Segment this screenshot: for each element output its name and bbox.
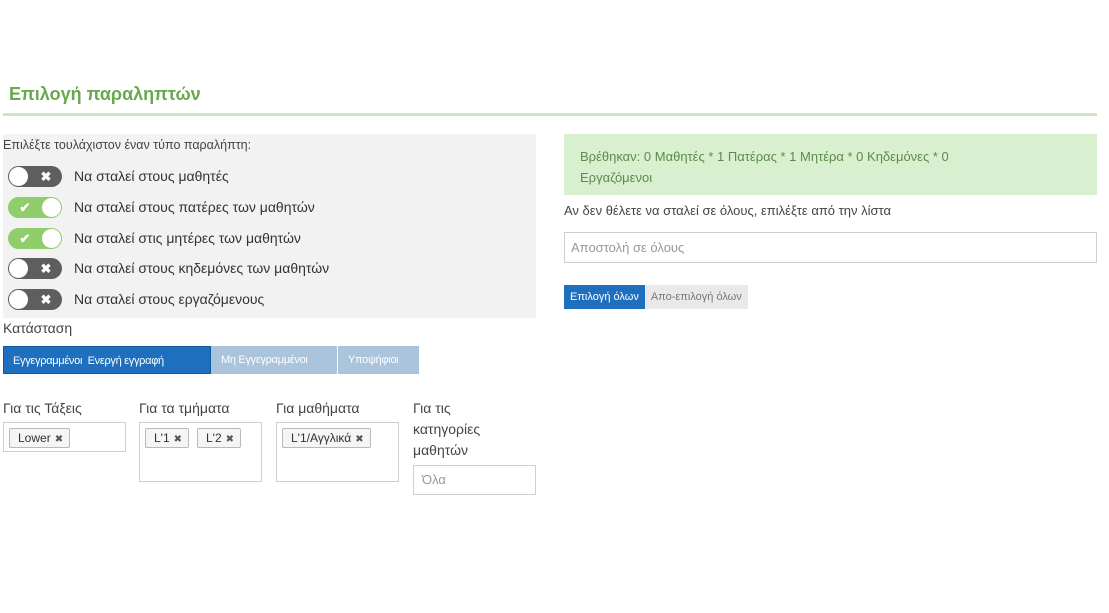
toggle-knob: [9, 166, 28, 186]
courses-filter-label: Για μαθήματα: [276, 400, 360, 416]
cross-icon: ✖: [40, 260, 52, 276]
check-icon: ✔: [19, 230, 31, 246]
tag-lower: Lower ✖: [9, 428, 71, 448]
found-counts-line: Εργαζόμενοι: [580, 170, 653, 185]
employees-toggle[interactable]: ✖: [8, 288, 62, 310]
tag-label: L'1/Αγγλικά: [291, 431, 352, 445]
guardians-toggle[interactable]: ✖: [8, 257, 62, 279]
mothers-toggle[interactable]: ✔: [8, 227, 62, 249]
recipient-types-hint: Επιλέξτε τουλάχιστον έναν τύπο παραλήπτη…: [3, 138, 252, 152]
categories-label-line: μαθητών: [413, 442, 468, 458]
recipient-list-hint: Αν δεν θέλετε να σταλεί σε όλους, επιλέξ…: [564, 203, 892, 218]
status-registered-button[interactable]: Εγγεγραμμένοι Ενεργή εγγραφή: [3, 346, 211, 374]
close-icon[interactable]: ✖: [226, 434, 234, 445]
classes-filter-field[interactable]: Lower ✖: [3, 422, 126, 452]
recipient-types-panel: Επιλέξτε τουλάχιστον έναν τύπο παραλήπτη…: [3, 134, 536, 318]
status-unregistered-button[interactable]: Μη Εγγεγραμμένοι: [211, 346, 338, 374]
categories-label-line: Για τις: [413, 400, 451, 416]
categories-label-line: κατηγορίες: [413, 421, 481, 437]
toggle-knob: [42, 197, 61, 217]
toggle-row-mothers: ✔ Να σταλεί στις μητέρες των μαθητών: [8, 227, 301, 249]
toggle-row-employees: ✖ Να σταλεί στους εργαζόμενους: [8, 288, 264, 310]
page-title: Επιλογή παραληπτών: [9, 84, 201, 104]
tag-l1-english: L'1/Αγγλικά ✖: [282, 428, 371, 448]
selection-button-group: Επιλογή όλων Απο-επιλογή όλων: [564, 285, 748, 309]
toggle-label-students: Να σταλεί στους μαθητές: [74, 168, 229, 184]
sections-filter-field[interactable]: L'1 ✖ L'2 ✖: [139, 422, 262, 482]
select-all-button[interactable]: Επιλογή όλων: [564, 285, 645, 309]
tag-label: L'2: [206, 431, 222, 445]
recipient-select-input[interactable]: Αποστολή σε όλους: [564, 232, 1097, 263]
status-label: Κατάσταση: [3, 320, 73, 336]
categories-filter-input[interactable]: Όλα: [413, 465, 536, 495]
categories-filter-label: Για τις κατηγορίες μαθητών: [413, 398, 480, 461]
toggle-label-guardians: Να σταλεί στους κηδεμόνες των μαθητών: [74, 260, 330, 276]
tag-label: Lower: [18, 431, 51, 445]
toggle-knob: [9, 258, 28, 278]
toggle-label-employees: Να σταλεί στους εργαζόμενους: [74, 291, 265, 307]
toggle-row-guardians: ✖ Να σταλεί στους κηδεμόνες των μαθητών: [8, 257, 329, 279]
toggle-row-fathers: ✔ Να σταλεί στους πατέρες των μαθητών: [8, 196, 315, 218]
toggle-knob: [42, 228, 61, 248]
students-toggle[interactable]: ✖: [8, 165, 62, 187]
status-button-group: Εγγεγραμμένοι Ενεργή εγγραφή Μη Εγγεγραμ…: [3, 346, 419, 374]
toggle-label-mothers: Να σταλεί στις μητέρες των μαθητών: [74, 230, 301, 246]
cross-icon: ✖: [40, 168, 52, 184]
tag-l1: L'1 ✖: [145, 428, 190, 448]
toggle-row-students: ✖ Να σταλεί στους μαθητές: [8, 165, 229, 187]
sections-filter-label: Για τα τμήματα: [139, 400, 230, 416]
fathers-toggle[interactable]: ✔: [8, 196, 62, 218]
courses-filter-field[interactable]: L'1/Αγγλικά ✖: [276, 422, 399, 482]
close-icon[interactable]: ✖: [55, 434, 63, 445]
found-counts-line: Βρέθηκαν: 0 Μαθητές * 1 Πατέρας * 1 Μητέ…: [580, 149, 949, 164]
close-icon[interactable]: ✖: [174, 434, 182, 445]
tag-l2: L'2 ✖: [197, 428, 242, 448]
deselect-all-button[interactable]: Απο-επιλογή όλων: [644, 285, 748, 309]
found-counts-alert: Βρέθηκαν: 0 Μαθητές * 1 Πατέρας * 1 Μητέ…: [564, 134, 1097, 195]
toggle-knob: [9, 289, 28, 309]
title-divider: [3, 113, 1097, 116]
status-candidates-button[interactable]: Υποψήφιοι: [338, 346, 419, 374]
close-icon[interactable]: ✖: [355, 434, 363, 445]
tag-label: L'1: [154, 431, 170, 445]
classes-filter-label: Για τις Τάξεις: [3, 400, 82, 416]
check-icon: ✔: [19, 199, 31, 215]
toggle-label-fathers: Να σταλεί στους πατέρες των μαθητών: [74, 199, 315, 215]
cross-icon: ✖: [40, 291, 52, 307]
